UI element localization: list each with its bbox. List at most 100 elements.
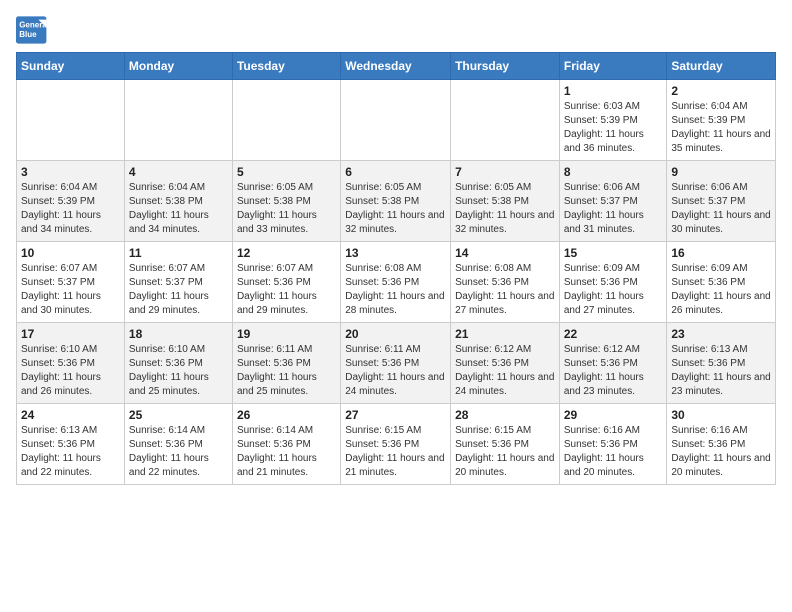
logo-icon: General Blue	[16, 16, 48, 44]
day-info: Sunrise: 6:04 AM Sunset: 5:38 PM Dayligh…	[129, 181, 228, 237]
calendar-cell	[124, 80, 232, 161]
calendar-week-3: 10 Sunrise: 6:07 AM Sunset: 5:37 PM Dayli…	[17, 242, 776, 323]
calendar-cell: 18 Sunrise: 6:10 AM Sunset: 5:36 PM Dayli…	[124, 323, 232, 404]
day-info: Sunrise: 6:07 AM Sunset: 5:36 PM Dayligh…	[237, 262, 336, 318]
calendar-cell: 20 Sunrise: 6:11 AM Sunset: 5:36 PM Dayli…	[341, 323, 451, 404]
day-info: Sunrise: 6:15 AM Sunset: 5:36 PM Dayligh…	[345, 424, 446, 480]
day-number: 14	[455, 246, 555, 260]
day-number: 9	[671, 165, 771, 179]
calendar-cell: 21Sunrise: 6:12 AM Sunset: 5:36 PM Dayli…	[451, 323, 560, 404]
calendar-cell: 28Sunrise: 6:15 AM Sunset: 5:36 PM Dayli…	[451, 404, 560, 485]
calendar-cell: 23 Sunrise: 6:13 AM Sunset: 5:36 PM Dayli…	[667, 323, 776, 404]
day-info: Sunrise: 6:05 AM Sunset: 5:38 PM Dayligh…	[455, 181, 555, 237]
day-number: 4	[129, 165, 228, 179]
calendar-cell: 15Sunrise: 6:09 AM Sunset: 5:36 PM Dayli…	[559, 242, 667, 323]
day-info: Sunrise: 6:06 AM Sunset: 5:37 PM Dayligh…	[564, 181, 663, 237]
calendar-cell: 10 Sunrise: 6:07 AM Sunset: 5:37 PM Dayli…	[17, 242, 125, 323]
day-info: Sunrise: 6:07 AM Sunset: 5:37 PM Dayligh…	[21, 262, 120, 318]
day-info: Sunrise: 6:09 AM Sunset: 5:36 PM Dayligh…	[671, 262, 771, 318]
day-info: Sunrise: 6:10 AM Sunset: 5:36 PM Dayligh…	[21, 343, 120, 399]
day-number: 1	[564, 84, 663, 98]
calendar-cell: 16 Sunrise: 6:09 AM Sunset: 5:36 PM Dayli…	[667, 242, 776, 323]
calendar-cell	[341, 80, 451, 161]
calendar-week-5: 24Sunrise: 6:13 AM Sunset: 5:36 PM Dayli…	[17, 404, 776, 485]
day-number: 18	[129, 327, 228, 341]
day-info: Sunrise: 6:09 AM Sunset: 5:36 PM Dayligh…	[564, 262, 663, 318]
day-info: Sunrise: 6:11 AM Sunset: 5:36 PM Dayligh…	[237, 343, 336, 399]
day-number: 2	[671, 84, 771, 98]
calendar-cell: 2 Sunrise: 6:04 AM Sunset: 5:39 PM Daylig…	[667, 80, 776, 161]
day-header-friday: Friday	[559, 53, 667, 80]
day-number: 25	[129, 408, 228, 422]
calendar-header-row: SundayMondayTuesdayWednesdayThursdayFrid…	[17, 53, 776, 80]
calendar-cell: 25 Sunrise: 6:14 AM Sunset: 5:36 PM Dayli…	[124, 404, 232, 485]
calendar-table: SundayMondayTuesdayWednesdayThursdayFrid…	[16, 52, 776, 485]
calendar-cell: 26 Sunrise: 6:14 AM Sunset: 5:36 PM Dayli…	[232, 404, 340, 485]
day-number: 28	[455, 408, 555, 422]
day-header-tuesday: Tuesday	[232, 53, 340, 80]
day-info: Sunrise: 6:13 AM Sunset: 5:36 PM Dayligh…	[21, 424, 120, 480]
day-number: 29	[564, 408, 663, 422]
day-number: 5	[237, 165, 336, 179]
calendar-cell: 22 Sunrise: 6:12 AM Sunset: 5:36 PM Dayli…	[559, 323, 667, 404]
svg-text:General: General	[19, 21, 48, 30]
day-number: 13	[345, 246, 446, 260]
day-header-wednesday: Wednesday	[341, 53, 451, 80]
day-info: Sunrise: 6:10 AM Sunset: 5:36 PM Dayligh…	[129, 343, 228, 399]
day-number: 3	[21, 165, 120, 179]
calendar-cell: 14 Sunrise: 6:08 AM Sunset: 5:36 PM Dayli…	[451, 242, 560, 323]
day-number: 30	[671, 408, 771, 422]
day-number: 26	[237, 408, 336, 422]
calendar-cell: 19 Sunrise: 6:11 AM Sunset: 5:36 PM Dayli…	[232, 323, 340, 404]
day-info: Sunrise: 6:05 AM Sunset: 5:38 PM Dayligh…	[345, 181, 446, 237]
calendar-week-4: 17 Sunrise: 6:10 AM Sunset: 5:36 PM Dayli…	[17, 323, 776, 404]
calendar-cell	[451, 80, 560, 161]
calendar-cell	[17, 80, 125, 161]
day-info: Sunrise: 6:07 AM Sunset: 5:37 PM Dayligh…	[129, 262, 228, 318]
day-number: 7	[455, 165, 555, 179]
day-info: Sunrise: 6:14 AM Sunset: 5:36 PM Dayligh…	[237, 424, 336, 480]
day-info: Sunrise: 6:11 AM Sunset: 5:36 PM Dayligh…	[345, 343, 446, 399]
day-number: 17	[21, 327, 120, 341]
day-number: 20	[345, 327, 446, 341]
page-header: General Blue	[16, 16, 776, 44]
day-number: 22	[564, 327, 663, 341]
day-header-monday: Monday	[124, 53, 232, 80]
calendar-cell: 24Sunrise: 6:13 AM Sunset: 5:36 PM Dayli…	[17, 404, 125, 485]
day-header-thursday: Thursday	[451, 53, 560, 80]
calendar-cell: 9 Sunrise: 6:06 AM Sunset: 5:37 PM Daylig…	[667, 161, 776, 242]
logo: General Blue	[16, 16, 48, 44]
day-number: 23	[671, 327, 771, 341]
day-info: Sunrise: 6:03 AM Sunset: 5:39 PM Dayligh…	[564, 100, 663, 156]
day-info: Sunrise: 6:12 AM Sunset: 5:36 PM Dayligh…	[564, 343, 663, 399]
day-info: Sunrise: 6:16 AM Sunset: 5:36 PM Dayligh…	[564, 424, 663, 480]
calendar-cell: 17 Sunrise: 6:10 AM Sunset: 5:36 PM Dayli…	[17, 323, 125, 404]
calendar-cell: 8 Sunrise: 6:06 AM Sunset: 5:37 PM Daylig…	[559, 161, 667, 242]
day-info: Sunrise: 6:14 AM Sunset: 5:36 PM Dayligh…	[129, 424, 228, 480]
day-info: Sunrise: 6:06 AM Sunset: 5:37 PM Dayligh…	[671, 181, 771, 237]
day-info: Sunrise: 6:04 AM Sunset: 5:39 PM Dayligh…	[21, 181, 120, 237]
calendar-week-1: 1 Sunrise: 6:03 AM Sunset: 5:39 PM Daylig…	[17, 80, 776, 161]
day-info: Sunrise: 6:12 AM Sunset: 5:36 PM Dayligh…	[455, 343, 555, 399]
day-info: Sunrise: 6:04 AM Sunset: 5:39 PM Dayligh…	[671, 100, 771, 156]
day-number: 16	[671, 246, 771, 260]
day-number: 19	[237, 327, 336, 341]
day-header-sunday: Sunday	[17, 53, 125, 80]
day-info: Sunrise: 6:05 AM Sunset: 5:38 PM Dayligh…	[237, 181, 336, 237]
day-info: Sunrise: 6:13 AM Sunset: 5:36 PM Dayligh…	[671, 343, 771, 399]
calendar-cell: 5 Sunrise: 6:05 AM Sunset: 5:38 PM Daylig…	[232, 161, 340, 242]
day-number: 10	[21, 246, 120, 260]
calendar-cell: 29 Sunrise: 6:16 AM Sunset: 5:36 PM Dayli…	[559, 404, 667, 485]
day-info: Sunrise: 6:16 AM Sunset: 5:36 PM Dayligh…	[671, 424, 771, 480]
svg-text:Blue: Blue	[19, 30, 37, 39]
day-number: 27	[345, 408, 446, 422]
calendar-cell: 13Sunrise: 6:08 AM Sunset: 5:36 PM Dayli…	[341, 242, 451, 323]
calendar-cell: 11Sunrise: 6:07 AM Sunset: 5:37 PM Dayli…	[124, 242, 232, 323]
day-header-saturday: Saturday	[667, 53, 776, 80]
day-number: 8	[564, 165, 663, 179]
calendar-cell: 6Sunrise: 6:05 AM Sunset: 5:38 PM Daylig…	[341, 161, 451, 242]
day-number: 12	[237, 246, 336, 260]
calendar-cell: 30 Sunrise: 6:16 AM Sunset: 5:36 PM Dayli…	[667, 404, 776, 485]
day-info: Sunrise: 6:08 AM Sunset: 5:36 PM Dayligh…	[455, 262, 555, 318]
calendar-cell: 4 Sunrise: 6:04 AM Sunset: 5:38 PM Daylig…	[124, 161, 232, 242]
